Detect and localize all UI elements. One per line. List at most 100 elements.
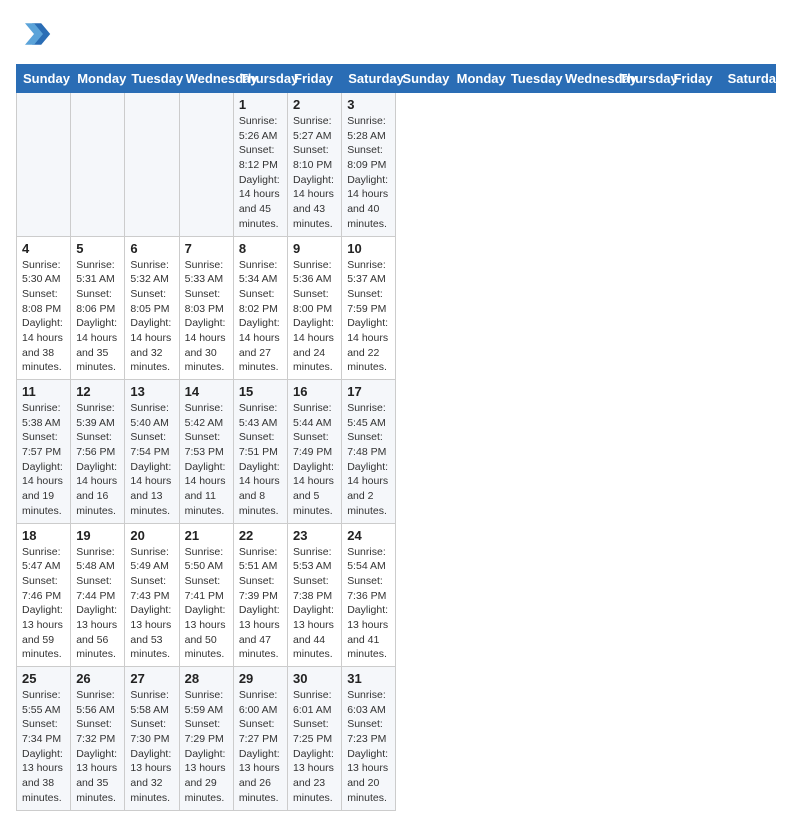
calendar-week-3: 18 Sunrise: 5:47 AM Sunset: 7:46 PM Dayli… bbox=[17, 523, 776, 667]
day-number: 1 bbox=[239, 97, 282, 112]
calendar-cell: 10 Sunrise: 5:37 AM Sunset: 7:59 PM Dayli… bbox=[342, 236, 396, 380]
day-number: 31 bbox=[347, 671, 390, 686]
calendar-cell: 18 Sunrise: 5:47 AM Sunset: 7:46 PM Dayli… bbox=[17, 523, 71, 667]
day-number: 26 bbox=[76, 671, 119, 686]
day-number: 3 bbox=[347, 97, 390, 112]
day-info: Sunrise: 5:53 AM Sunset: 7:38 PM Dayligh… bbox=[293, 545, 336, 663]
day-info: Sunrise: 5:31 AM Sunset: 8:06 PM Dayligh… bbox=[76, 258, 119, 376]
day-info: Sunrise: 5:50 AM Sunset: 7:41 PM Dayligh… bbox=[185, 545, 228, 663]
day-info: Sunrise: 5:43 AM Sunset: 7:51 PM Dayligh… bbox=[239, 401, 282, 519]
day-number: 8 bbox=[239, 241, 282, 256]
header-monday: Monday bbox=[450, 65, 504, 93]
calendar-cell: 26 Sunrise: 5:56 AM Sunset: 7:32 PM Dayli… bbox=[71, 667, 125, 811]
calendar-cell: 29 Sunrise: 6:00 AM Sunset: 7:27 PM Dayli… bbox=[233, 667, 287, 811]
day-info: Sunrise: 5:38 AM Sunset: 7:57 PM Dayligh… bbox=[22, 401, 65, 519]
calendar-cell: 8Sunrise: 5:34 AM Sunset: 8:02 PM Daylig… bbox=[233, 236, 287, 380]
day-info: Sunrise: 5:37 AM Sunset: 7:59 PM Dayligh… bbox=[347, 258, 390, 376]
header-wednesday: Wednesday bbox=[559, 65, 613, 93]
day-number: 4 bbox=[22, 241, 65, 256]
logo-icon bbox=[16, 16, 52, 52]
calendar-cell bbox=[125, 93, 179, 237]
day-info: Sunrise: 5:30 AM Sunset: 8:08 PM Dayligh… bbox=[22, 258, 65, 376]
day-info: Sunrise: 5:39 AM Sunset: 7:56 PM Dayligh… bbox=[76, 401, 119, 519]
day-number: 2 bbox=[293, 97, 336, 112]
calendar-cell: 15 Sunrise: 5:43 AM Sunset: 7:51 PM Dayli… bbox=[233, 380, 287, 524]
day-info: Sunrise: 5:48 AM Sunset: 7:44 PM Dayligh… bbox=[76, 545, 119, 663]
calendar-cell: 3 Sunrise: 5:28 AM Sunset: 8:09 PM Daylig… bbox=[342, 93, 396, 237]
day-info: Sunrise: 5:26 AM Sunset: 8:12 PM Dayligh… bbox=[239, 114, 282, 232]
day-number: 23 bbox=[293, 528, 336, 543]
calendar-cell: 24Sunrise: 5:54 AM Sunset: 7:36 PM Dayli… bbox=[342, 523, 396, 667]
day-number: 19 bbox=[76, 528, 119, 543]
day-number: 7 bbox=[185, 241, 228, 256]
day-number: 27 bbox=[130, 671, 173, 686]
header-sunday: Sunday bbox=[17, 65, 71, 93]
day-number: 30 bbox=[293, 671, 336, 686]
day-info: Sunrise: 5:45 AM Sunset: 7:48 PM Dayligh… bbox=[347, 401, 390, 519]
calendar-cell: 16 Sunrise: 5:44 AM Sunset: 7:49 PM Dayli… bbox=[288, 380, 342, 524]
day-info: Sunrise: 5:36 AM Sunset: 8:00 PM Dayligh… bbox=[293, 258, 336, 376]
logo bbox=[16, 16, 56, 52]
header-tuesday: Tuesday bbox=[504, 65, 558, 93]
calendar-cell: 31 Sunrise: 6:03 AM Sunset: 7:23 PM Dayli… bbox=[342, 667, 396, 811]
day-info: Sunrise: 5:33 AM Sunset: 8:03 PM Dayligh… bbox=[185, 258, 228, 376]
calendar-cell: 28 Sunrise: 5:59 AM Sunset: 7:29 PM Dayli… bbox=[179, 667, 233, 811]
calendar-cell: 5Sunrise: 5:31 AM Sunset: 8:06 PM Daylig… bbox=[71, 236, 125, 380]
day-number: 29 bbox=[239, 671, 282, 686]
day-info: Sunrise: 5:32 AM Sunset: 8:05 PM Dayligh… bbox=[130, 258, 173, 376]
day-info: Sunrise: 6:03 AM Sunset: 7:23 PM Dayligh… bbox=[347, 688, 390, 806]
calendar-cell: 2Sunrise: 5:27 AM Sunset: 8:10 PM Daylig… bbox=[288, 93, 342, 237]
calendar-week-1: 4 Sunrise: 5:30 AM Sunset: 8:08 PM Daylig… bbox=[17, 236, 776, 380]
calendar-cell bbox=[179, 93, 233, 237]
calendar-table: SundayMondayTuesdayWednesdayThursdayFrid… bbox=[16, 64, 776, 811]
day-info: Sunrise: 5:44 AM Sunset: 7:49 PM Dayligh… bbox=[293, 401, 336, 519]
day-info: Sunrise: 5:55 AM Sunset: 7:34 PM Dayligh… bbox=[22, 688, 65, 806]
day-number: 14 bbox=[185, 384, 228, 399]
day-number: 20 bbox=[130, 528, 173, 543]
day-info: Sunrise: 6:00 AM Sunset: 7:27 PM Dayligh… bbox=[239, 688, 282, 806]
calendar-cell: 4 Sunrise: 5:30 AM Sunset: 8:08 PM Daylig… bbox=[17, 236, 71, 380]
day-info: Sunrise: 5:59 AM Sunset: 7:29 PM Dayligh… bbox=[185, 688, 228, 806]
day-number: 6 bbox=[130, 241, 173, 256]
calendar-week-2: 11 Sunrise: 5:38 AM Sunset: 7:57 PM Dayli… bbox=[17, 380, 776, 524]
day-info: Sunrise: 5:47 AM Sunset: 7:46 PM Dayligh… bbox=[22, 545, 65, 663]
calendar-cell: 21Sunrise: 5:50 AM Sunset: 7:41 PM Dayli… bbox=[179, 523, 233, 667]
day-info: Sunrise: 5:58 AM Sunset: 7:30 PM Dayligh… bbox=[130, 688, 173, 806]
calendar-cell: 6 Sunrise: 5:32 AM Sunset: 8:05 PM Daylig… bbox=[125, 236, 179, 380]
header-thursday: Thursday bbox=[233, 65, 287, 93]
calendar-cell: 7 Sunrise: 5:33 AM Sunset: 8:03 PM Daylig… bbox=[179, 236, 233, 380]
day-number: 10 bbox=[347, 241, 390, 256]
calendar-cell bbox=[71, 93, 125, 237]
day-number: 9 bbox=[293, 241, 336, 256]
header-tuesday: Tuesday bbox=[125, 65, 179, 93]
day-number: 12 bbox=[76, 384, 119, 399]
day-number: 22 bbox=[239, 528, 282, 543]
calendar-cell: 14 Sunrise: 5:42 AM Sunset: 7:53 PM Dayli… bbox=[179, 380, 233, 524]
calendar-cell: 22Sunrise: 5:51 AM Sunset: 7:39 PM Dayli… bbox=[233, 523, 287, 667]
day-number: 18 bbox=[22, 528, 65, 543]
day-number: 28 bbox=[185, 671, 228, 686]
day-number: 11 bbox=[22, 384, 65, 399]
day-number: 16 bbox=[293, 384, 336, 399]
header-thursday: Thursday bbox=[613, 65, 667, 93]
calendar-cell: 19 Sunrise: 5:48 AM Sunset: 7:44 PM Dayli… bbox=[71, 523, 125, 667]
calendar-cell: 1 Sunrise: 5:26 AM Sunset: 8:12 PM Daylig… bbox=[233, 93, 287, 237]
calendar-cell: 13 Sunrise: 5:40 AM Sunset: 7:54 PM Dayli… bbox=[125, 380, 179, 524]
day-number: 15 bbox=[239, 384, 282, 399]
day-number: 13 bbox=[130, 384, 173, 399]
header-saturday: Saturday bbox=[721, 65, 775, 93]
header-saturday: Saturday bbox=[342, 65, 396, 93]
calendar-cell: 30Sunrise: 6:01 AM Sunset: 7:25 PM Dayli… bbox=[288, 667, 342, 811]
header-friday: Friday bbox=[288, 65, 342, 93]
day-info: Sunrise: 5:28 AM Sunset: 8:09 PM Dayligh… bbox=[347, 114, 390, 232]
header-sunday: Sunday bbox=[396, 65, 450, 93]
day-info: Sunrise: 5:56 AM Sunset: 7:32 PM Dayligh… bbox=[76, 688, 119, 806]
calendar-cell: 9 Sunrise: 5:36 AM Sunset: 8:00 PM Daylig… bbox=[288, 236, 342, 380]
day-info: Sunrise: 5:54 AM Sunset: 7:36 PM Dayligh… bbox=[347, 545, 390, 663]
day-info: Sunrise: 5:42 AM Sunset: 7:53 PM Dayligh… bbox=[185, 401, 228, 519]
calendar-cell: 17Sunrise: 5:45 AM Sunset: 7:48 PM Dayli… bbox=[342, 380, 396, 524]
day-info: Sunrise: 5:49 AM Sunset: 7:43 PM Dayligh… bbox=[130, 545, 173, 663]
day-info: Sunrise: 5:40 AM Sunset: 7:54 PM Dayligh… bbox=[130, 401, 173, 519]
calendar-header-row: SundayMondayTuesdayWednesdayThursdayFrid… bbox=[17, 65, 776, 93]
day-number: 25 bbox=[22, 671, 65, 686]
